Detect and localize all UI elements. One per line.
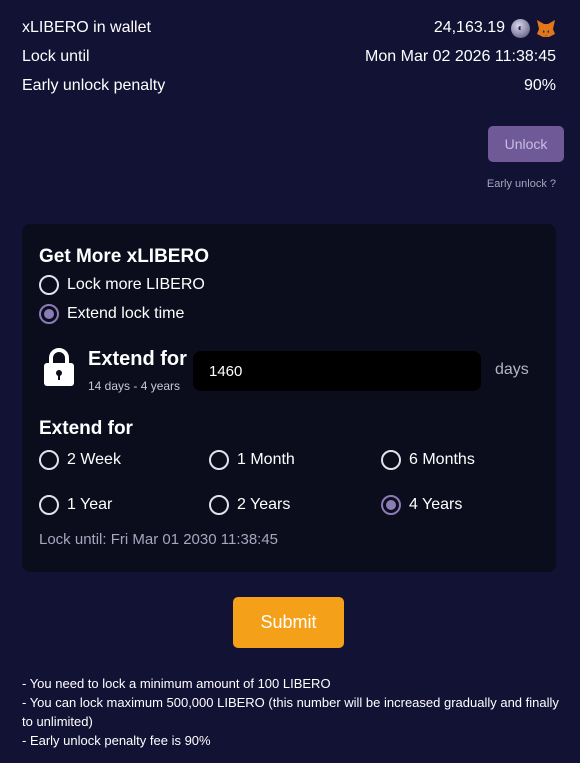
radio-label: 2 Years [237,496,291,513]
radio-circle[interactable] [39,450,59,470]
radio-circle[interactable] [39,495,59,515]
days-unit-label: days [495,361,529,378]
days-input[interactable] [193,351,481,391]
radio-circle[interactable] [39,275,59,295]
libero-token-icon: ◐ [511,18,530,38]
note-item: - You can lock maximum 500,000 LIBERO (t… [22,695,559,729]
radio-label: 6 Months [409,451,475,468]
xlibero-balance-value: 24,163.19 [433,19,505,36]
radio-label: 1 Year [67,496,113,513]
xlibero-balance-label: xLIBERO in wallet [22,19,151,36]
radio-circle[interactable] [381,450,401,470]
get-more-card: Get More xLIBERO Lock more LIBERO Extend… [22,224,556,572]
radio-label: 1 Month [237,451,295,468]
lock-until-value: Mon Mar 02 2026 11:38:45 [365,48,556,65]
duration-option-4-years[interactable]: 4 Years [381,495,462,515]
submit-button[interactable]: Submit [233,597,344,648]
extend-for-label: Extend for [88,348,187,370]
penalty-row: Early unlock penalty 90% [22,75,556,97]
lock-until-row: Lock until Mon Mar 02 2026 11:38:45 [22,46,556,68]
duration-option-2-years[interactable]: 2 Years [209,495,290,515]
duration-option-1-year[interactable]: 1 Year [39,495,112,515]
early-unlock-link[interactable]: Early unlock ? [487,178,556,190]
radio-label: Extend lock time [67,305,185,322]
card-title: Get More xLIBERO [39,246,209,267]
radio-label: 4 Years [409,496,463,513]
penalty-label: Early unlock penalty [22,77,166,94]
xlibero-balance-value-group: 24,163.19 ◐ [433,18,556,38]
duration-option-2-week[interactable]: 2 Week [39,450,121,470]
radio-label: Lock more LIBERO [67,276,205,293]
radio-extend-lock[interactable]: Extend lock time [39,304,184,324]
extend-range-hint: 14 days - 4 years [88,379,181,393]
duration-title: Extend for [39,418,133,439]
unlock-button[interactable]: Unlock [488,126,564,162]
duration-option-6-months[interactable]: 6 Months [381,450,475,470]
radio-label: 2 Week [67,451,121,468]
duration-option-1-month[interactable]: 1 Month [209,450,295,470]
radio-circle[interactable] [39,304,59,324]
radio-circle[interactable] [381,495,401,515]
new-lock-until-text: Lock until: Fri Mar 01 2030 11:38:45 [39,531,279,548]
note-item: - You need to lock a minimum amount of 1… [22,676,331,691]
radio-lock-more[interactable]: Lock more LIBERO [39,275,205,295]
xlibero-balance-row: xLIBERO in wallet 24,163.19 ◐ [22,17,556,39]
penalty-value: 90% [523,77,556,94]
radio-circle[interactable] [209,495,229,515]
note-item: - Early unlock penalty fee is 90% [22,733,211,748]
radio-circle[interactable] [209,450,229,470]
notes-list: - You need to lock a minimum amount of 1… [22,674,562,750]
lock-until-label: Lock until [22,48,90,65]
metamask-fox-icon[interactable] [536,19,556,38]
lock-icon [44,348,74,386]
